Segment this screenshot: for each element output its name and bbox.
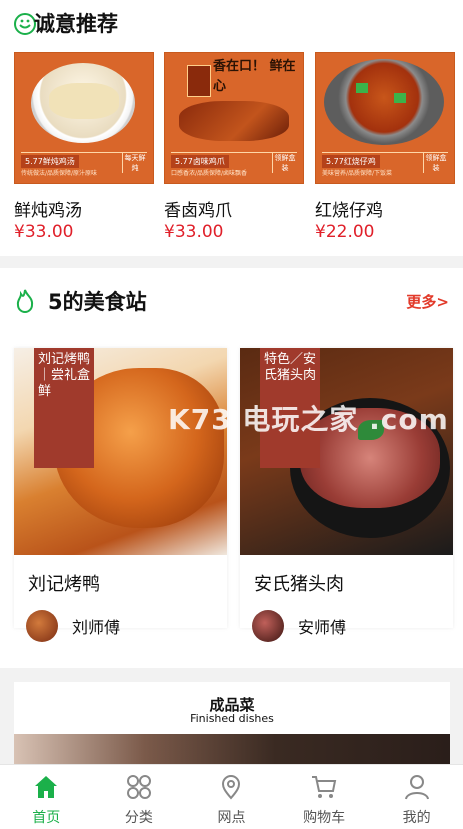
user-icon xyxy=(404,775,429,800)
product-card[interactable]: 5.77红烧仔鸡 美味营养/品质保障/下饭菜 领鲜盒装 红烧仔鸡 ¥22.00 xyxy=(315,52,455,242)
station-card[interactable]: 特色／安氏猪头肉 安氏猪头肉 安师傅 xyxy=(240,348,453,642)
finished-dishes-section: 成品菜 Finished dishes xyxy=(14,682,450,764)
product-name: 红烧仔鸡 xyxy=(315,201,383,221)
chef-name: 安师傅 xyxy=(298,618,347,637)
product-card[interactable]: 5.77鲜炖鸡汤 传统做法/品质保障/原汁原味 每天鲜炖 鲜炖鸡汤 ¥33.00 xyxy=(14,52,154,242)
product-headline: 香在口！ 鲜在心 xyxy=(213,59,296,94)
promo-strip: 5.77红烧仔鸡 美味营养/品质保障/下饭菜 领鲜盒装 xyxy=(322,152,448,177)
finished-banner-image[interactable] xyxy=(14,734,450,764)
cart-icon xyxy=(312,776,337,798)
product-name: 香卤鸡爪 xyxy=(164,201,232,221)
product-price: ¥33.00 xyxy=(14,222,74,242)
station-card-image[interactable]: 特色／安氏猪头肉 xyxy=(240,348,453,555)
flame-icon xyxy=(16,289,34,313)
tab-cart[interactable]: 购物车 xyxy=(278,765,371,829)
food-station-section: 5的美食站 更多> 刘记烤鸭｜尝礼盒鲜 刘记烤鸭 刘师傅 特色／安氏猪头肉 安氏… xyxy=(0,268,463,668)
product-price: ¥22.00 xyxy=(315,222,375,242)
station-header: 5的美食站 更多> xyxy=(0,280,463,320)
product-card[interactable]: 香在口！ 鲜在心 5.77卤味鸡爪 口感香浓/品质保障/卤味飘香 领鲜盒装 香卤… xyxy=(164,52,304,242)
chef-name: 刘师傅 xyxy=(72,618,121,637)
more-link[interactable]: 更多> xyxy=(406,291,449,312)
product-image[interactable]: 5.77鲜炖鸡汤 传统做法/品质保障/原汁原味 每天鲜炖 xyxy=(14,52,154,184)
product-name: 鲜炖鸡汤 xyxy=(14,201,82,221)
promo-strip: 5.77鲜炖鸡汤 传统做法/品质保障/原汁原味 每天鲜炖 xyxy=(21,152,147,177)
product-image[interactable]: 5.77红烧仔鸡 美味营养/品质保障/下饭菜 领鲜盒装 xyxy=(315,52,455,184)
avatar xyxy=(252,610,284,642)
promo-strip: 5.77卤味鸡爪 口感香浓/品质保障/卤味飘香 领鲜盒装 xyxy=(171,152,297,177)
tab-me[interactable]: 我的 xyxy=(370,765,463,829)
product-price: ¥33.00 xyxy=(164,222,224,242)
station-card-title: 刘记烤鸭 xyxy=(28,574,100,595)
recommend-header: 诚意推荐 xyxy=(0,2,463,42)
station-card-title: 安氏猪头肉 xyxy=(254,574,344,595)
home-icon xyxy=(35,776,58,798)
recommend-title: 诚意推荐 xyxy=(34,12,118,36)
station-card-image[interactable]: 刘记烤鸭｜尝礼盒鲜 xyxy=(14,348,227,555)
finished-subtitle: Finished dishes xyxy=(190,712,274,725)
avatar xyxy=(26,610,58,642)
bottom-tab-bar: 首页 分类 网点 购物车 我的 xyxy=(0,764,463,829)
station-card[interactable]: 刘记烤鸭｜尝礼盒鲜 刘记烤鸭 刘师傅 xyxy=(14,348,227,642)
location-icon xyxy=(222,775,241,800)
recommend-section: 诚意推荐 5.77鲜炖鸡汤 传统做法/品质保障/原汁原味 每天鲜炖 鲜炖鸡汤 ¥… xyxy=(0,0,463,256)
tab-location[interactable]: 网点 xyxy=(185,765,278,829)
station-card-banner: 刘记烤鸭｜尝礼盒鲜 xyxy=(34,348,94,468)
tab-category[interactable]: 分类 xyxy=(93,765,186,829)
category-icon xyxy=(126,775,151,799)
station-title: 5的美食站 xyxy=(48,290,147,314)
tab-home[interactable]: 首页 xyxy=(0,765,93,829)
product-image[interactable]: 香在口！ 鲜在心 5.77卤味鸡爪 口感香浓/品质保障/卤味飘香 领鲜盒装 xyxy=(164,52,304,184)
watermark: K73 电玩之家 .com xyxy=(168,403,449,436)
